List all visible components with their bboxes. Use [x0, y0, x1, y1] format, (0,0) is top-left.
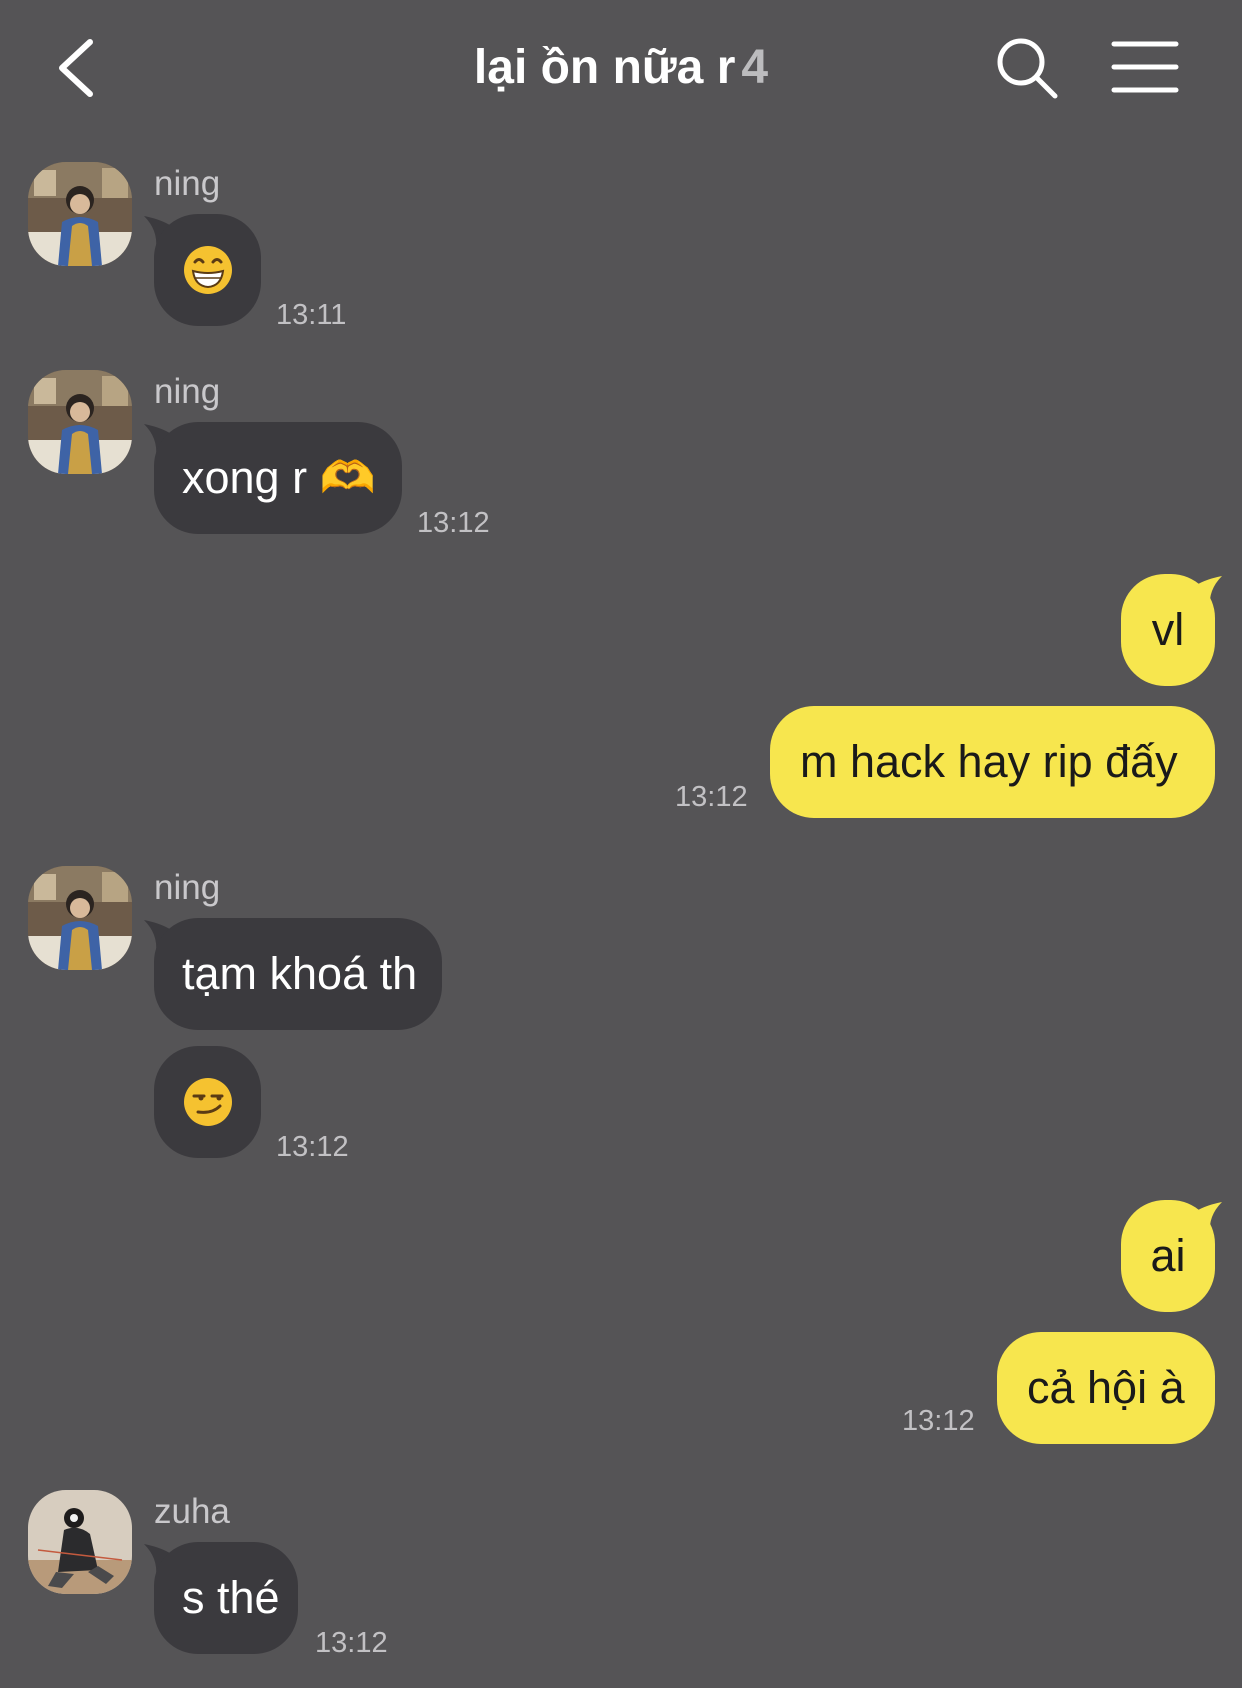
search-button[interactable]: [993, 34, 1061, 102]
sender-name: ning: [154, 164, 221, 203]
avatar-ning[interactable]: [28, 162, 132, 266]
message-bubble[interactable]: vl: [1121, 574, 1215, 686]
avatar-photo: [28, 866, 132, 970]
message-time: 13:12: [276, 1131, 349, 1163]
sender-name: ning: [154, 868, 221, 907]
message-bubble[interactable]: xong r 🫶: [154, 422, 402, 534]
grinning-face-emoji: [184, 246, 232, 294]
message-time: 13:12: [675, 781, 748, 813]
chat-header: lại ồn nữa r4: [0, 0, 1242, 140]
message-text: cả hội à: [1027, 1362, 1185, 1413]
hamburger-menu-icon: [1111, 41, 1179, 93]
message-bubble[interactable]: [154, 214, 261, 326]
message-text: tạm khoá th: [182, 948, 418, 999]
message-text: ai: [1150, 1230, 1186, 1281]
avatar-photo: [28, 370, 132, 474]
message-time: 13:12: [417, 507, 490, 539]
message-text: m hack hay rip đấy: [800, 736, 1178, 787]
message-text: vl: [1151, 604, 1185, 655]
message-time: 13:11: [276, 299, 347, 331]
message-bubble[interactable]: [154, 1046, 261, 1158]
message-bubble[interactable]: cả hội à: [997, 1332, 1215, 1444]
member-count: 4: [741, 41, 769, 94]
message-time: 13:12: [315, 1627, 388, 1659]
avatar-ning[interactable]: [28, 370, 132, 474]
message-bubble[interactable]: s thé: [154, 1542, 298, 1654]
sender-name: zuha: [154, 1492, 230, 1531]
message-bubble[interactable]: ai: [1121, 1200, 1215, 1312]
avatar-photo: [28, 1490, 132, 1594]
smirking-face-emoji: [184, 1078, 232, 1126]
message-bubble[interactable]: m hack hay rip đấy: [770, 706, 1215, 818]
avatar-photo: [28, 162, 132, 266]
message-bubble[interactable]: tạm khoá th: [154, 918, 442, 1030]
sender-name: ning: [154, 372, 221, 411]
message-text: xong r 🫶: [182, 452, 376, 503]
avatar-ning[interactable]: [28, 866, 132, 970]
search-icon: [997, 38, 1058, 99]
avatar-zuha[interactable]: [28, 1490, 132, 1594]
message-time: 13:12: [902, 1405, 975, 1437]
chat-title-text: lại ồn nữa r: [473, 41, 736, 94]
message-text: s thé: [182, 1572, 280, 1623]
menu-button[interactable]: [1110, 36, 1180, 98]
